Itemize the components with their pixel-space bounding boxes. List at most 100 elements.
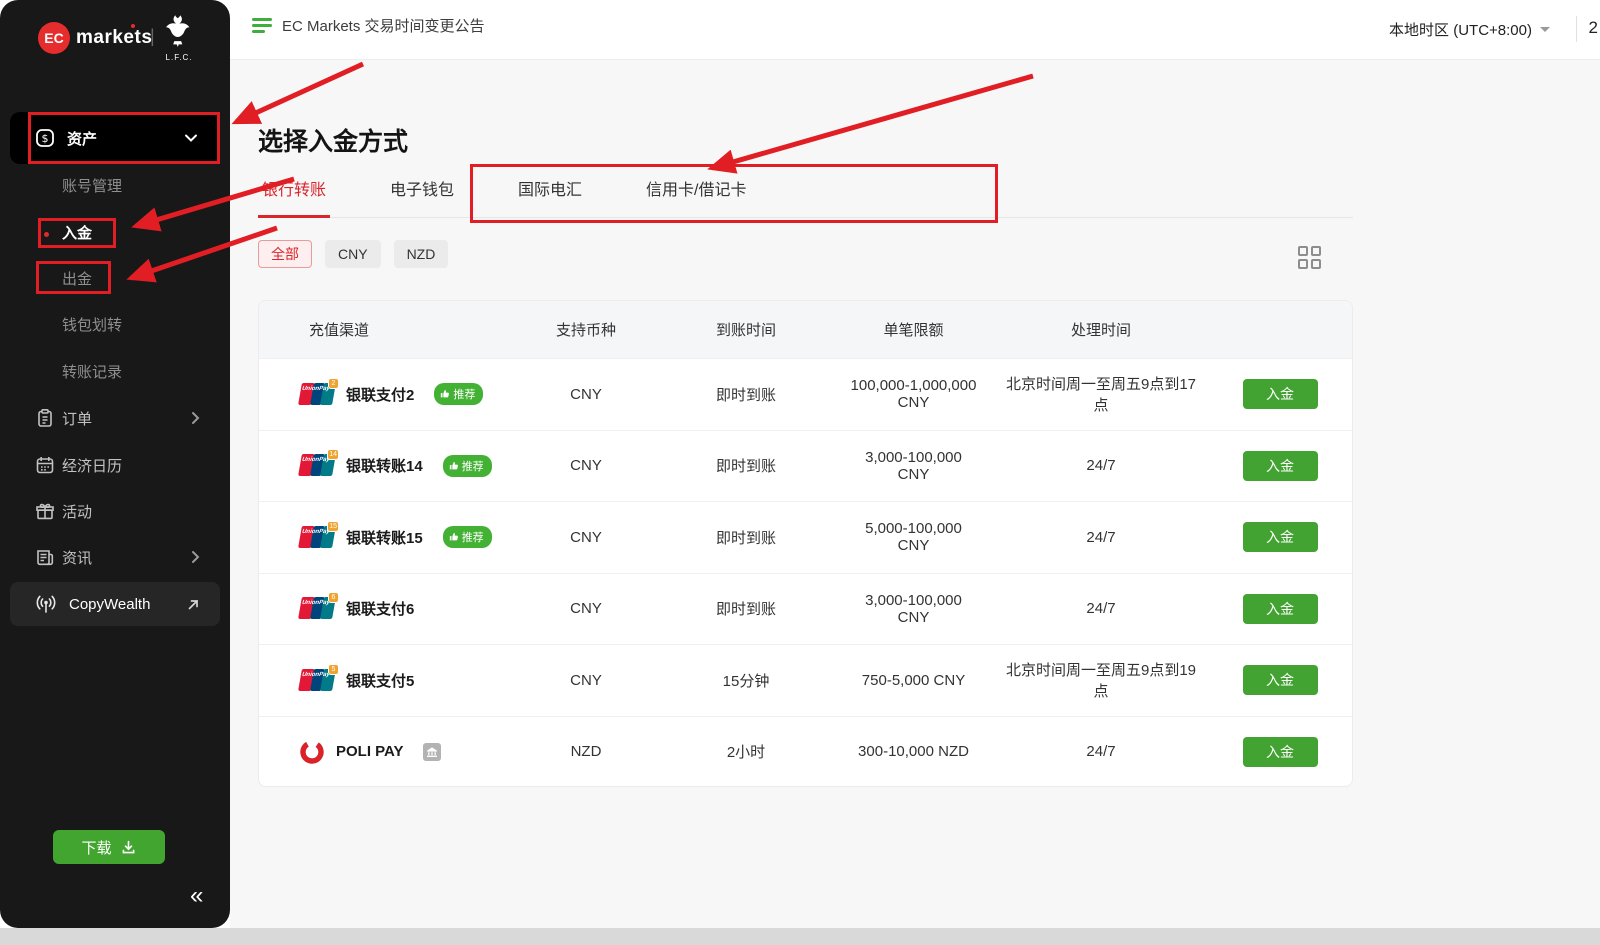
- channel-cell: UnionPay 6 银联支付6: [259, 597, 511, 620]
- limit-cell: 300-10,000 NZD: [831, 743, 996, 760]
- ec-logo-text: EC: [44, 30, 63, 46]
- timezone-selector[interactable]: 本地时区 (UTC+8:00): [1389, 19, 1550, 40]
- action-cell: 入金: [1206, 665, 1353, 695]
- sidebar-item-label: 订单: [62, 408, 92, 429]
- column-header-processing: 处理时间: [996, 319, 1206, 340]
- limit-cell: 3,000-100,000 CNY: [831, 449, 996, 483]
- recommended-label: 推荐: [462, 529, 484, 545]
- thumbs-up-icon: [440, 389, 450, 399]
- channel-number-badge: 14: [327, 449, 339, 460]
- limit-cell: 3,000-100,000 CNY: [831, 592, 996, 626]
- timezone-label: 本地时区 (UTC+8:00): [1389, 19, 1532, 40]
- window-bottom-strip: [0, 928, 1600, 945]
- newspaper-icon: [35, 547, 55, 567]
- grid-view-toggle-icon[interactable]: [1298, 246, 1321, 269]
- deposit-button[interactable]: 入金: [1243, 594, 1318, 624]
- filter-chip-nzd[interactable]: NZD: [394, 240, 449, 268]
- action-cell: 入金: [1206, 379, 1353, 409]
- tab-international-wire[interactable]: 国际电汇: [514, 172, 586, 218]
- sidebar-item-label: 钱包划转: [62, 317, 122, 334]
- arrival-time-cell: 2小时: [661, 741, 831, 762]
- tab-e-wallet[interactable]: 电子钱包: [386, 172, 458, 218]
- sidebar-item-copywealth[interactable]: CopyWealth: [10, 582, 220, 626]
- channel-cell: UnionPay 5 银联支付5: [259, 669, 511, 692]
- bank-badge-icon: [423, 743, 441, 761]
- sidebar-item-economic-calendar[interactable]: 经济日历: [0, 449, 230, 481]
- deposit-button[interactable]: 入金: [1243, 665, 1318, 695]
- unionpay-icon: UnionPay 5: [299, 669, 335, 692]
- deposit-button[interactable]: 入金: [1243, 379, 1318, 409]
- channel-name: 银联支付5: [346, 670, 414, 691]
- sidebar-item-account-management[interactable]: 账号管理: [0, 172, 230, 202]
- unionpay-icon: UnionPay 15: [299, 526, 335, 549]
- sidebar-item-assets[interactable]: $ 资产: [10, 112, 220, 164]
- channel-cell: POLI PAY: [259, 739, 511, 765]
- limit-cell: 750-5,000 CNY: [831, 672, 996, 689]
- deposit-button[interactable]: 入金: [1243, 451, 1318, 481]
- deposit-button[interactable]: 入金: [1243, 737, 1318, 767]
- filter-chip-cny[interactable]: CNY: [325, 240, 381, 268]
- recommended-badge: 推荐: [434, 383, 483, 405]
- processing-time-cell: 24/7: [996, 600, 1206, 617]
- announcement-lines-icon: [252, 18, 272, 33]
- clock-partial-text: 2: [1589, 18, 1598, 38]
- recommended-label: 推荐: [453, 386, 475, 402]
- processing-time-cell: 24/7: [996, 529, 1206, 546]
- announcement-link[interactable]: EC Markets 交易时间变更公告: [252, 15, 485, 36]
- sidebar-item-label: CopyWealth: [69, 596, 150, 613]
- arrival-time-cell: 即时到账: [661, 384, 831, 405]
- action-cell: 入金: [1206, 522, 1353, 552]
- limit-cell: 100,000-1,000,000 CNY: [831, 377, 996, 411]
- sidebar-item-wallet-transfer[interactable]: 钱包划转: [0, 311, 230, 341]
- table-row: UnionPay 14 银联转账14 推荐 CNY 即时到账 3,000-100…: [259, 430, 1352, 502]
- external-link-icon: [187, 598, 200, 611]
- sidebar-item-label: 资产: [67, 128, 97, 149]
- download-button[interactable]: 下载: [53, 830, 165, 864]
- sidebar-item-orders[interactable]: 订单: [0, 402, 230, 434]
- sidebar-item-news[interactable]: 资讯: [0, 541, 230, 573]
- unionpay-icon: UnionPay 6: [299, 597, 335, 620]
- download-label: 下载: [81, 837, 111, 858]
- channel-name: 银联支付6: [346, 598, 414, 619]
- processing-time-cell: 24/7: [996, 743, 1206, 760]
- app-window: EC markets | L.F.C. $ 资产 账号管理 入金 出金 钱包划转…: [0, 0, 1600, 945]
- sidebar-item-label: 活动: [62, 501, 92, 522]
- poli-pay-icon: [299, 739, 325, 765]
- gift-icon: [35, 501, 55, 521]
- limit-cell: 5,000-100,000 CNY: [831, 520, 996, 554]
- channel-number-badge: 6: [328, 592, 339, 603]
- action-cell: 入金: [1206, 451, 1353, 481]
- sidebar-item-label: 资讯: [62, 547, 92, 568]
- logo-divider: |: [150, 26, 155, 47]
- lfc-label: L.F.C.: [160, 53, 198, 62]
- chevron-right-icon: [191, 550, 200, 564]
- currency-filter-chips: 全部 CNY NZD: [258, 240, 448, 268]
- processing-time-cell: 24/7: [996, 457, 1206, 474]
- table-row: UnionPay 2 银联支付2 推荐 CNY 即时到账 100,000-1,0…: [259, 358, 1352, 430]
- table-row: UnionPay 6 银联支付6 CNY 即时到账 3,000-100,000 …: [259, 573, 1352, 645]
- sidebar: EC markets | L.F.C. $ 资产 账号管理 入金 出金 钱包划转…: [0, 0, 230, 928]
- sidebar-item-activities[interactable]: 活动: [0, 495, 230, 527]
- table-row: UnionPay 15 银联转账15 推荐 CNY 即时到账 5,000-100…: [259, 501, 1352, 573]
- sidebar-item-withdraw[interactable]: 出金: [0, 265, 230, 295]
- table-body: UnionPay 2 银联支付2 推荐 CNY 即时到账 100,000-1,0…: [259, 358, 1352, 787]
- collapse-sidebar-button[interactable]: «: [190, 882, 203, 910]
- filter-chip-all[interactable]: 全部: [258, 240, 312, 268]
- channel-number-badge: 15: [327, 521, 339, 532]
- header-divider: [1576, 16, 1577, 42]
- channel-name: POLI PAY: [336, 743, 404, 760]
- tab-credit-debit-card[interactable]: 信用卡/借记卡: [642, 172, 750, 218]
- currency-cell: CNY: [511, 672, 661, 689]
- sidebar-item-label: 转账记录: [62, 364, 122, 381]
- channel-cell: UnionPay 14 银联转账14 推荐: [259, 454, 511, 477]
- unionpay-icon: UnionPay 2: [299, 383, 335, 406]
- arrival-time-cell: 即时到账: [661, 598, 831, 619]
- tab-bank-transfer[interactable]: 银行转账: [258, 172, 330, 218]
- sidebar-item-transfer-records[interactable]: 转账记录: [0, 358, 230, 388]
- action-cell: 入金: [1206, 737, 1353, 767]
- column-header-arrival: 到账时间: [661, 319, 831, 340]
- sidebar-item-deposit[interactable]: 入金: [0, 219, 230, 249]
- recommended-badge: 推荐: [443, 526, 492, 548]
- thumbs-up-icon: [449, 532, 459, 542]
- deposit-button[interactable]: 入金: [1243, 522, 1318, 552]
